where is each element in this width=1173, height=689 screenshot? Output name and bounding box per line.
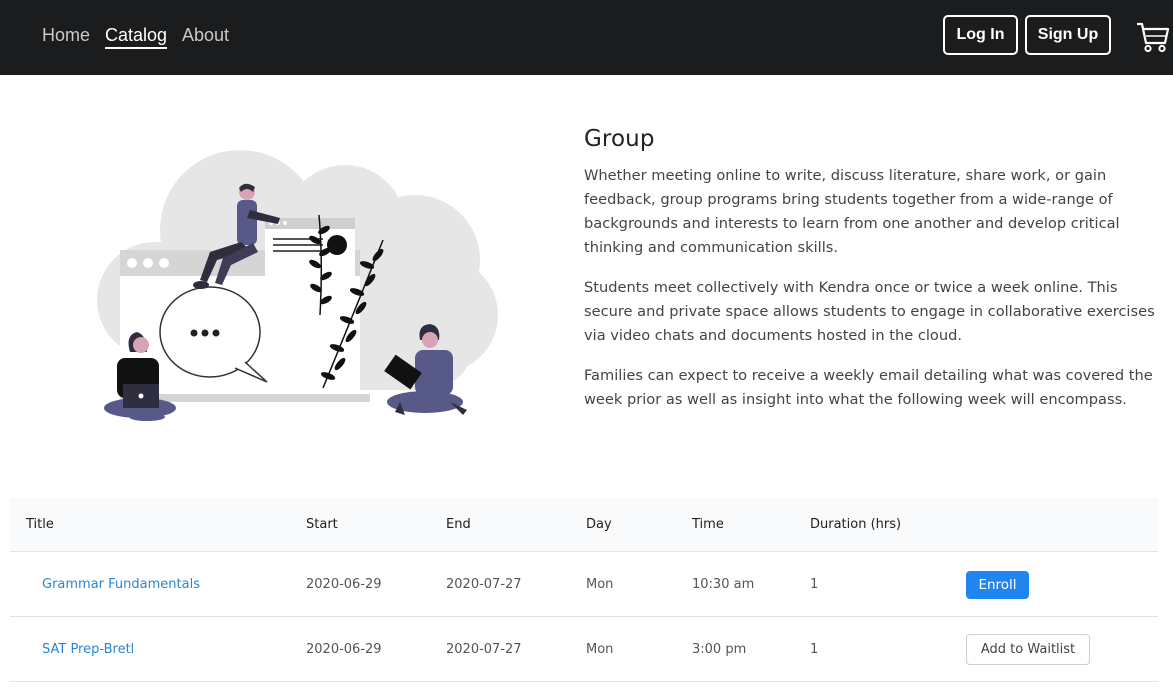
course-start: 2020-06-29 [306, 642, 382, 657]
section-title: Group [584, 126, 655, 152]
course-duration: 1 [810, 577, 819, 592]
column-header-day: Day [586, 517, 612, 532]
course-end: 2020-07-27 [446, 577, 522, 592]
hero-paragraph-2: Students meet collectively with Kendra o… [584, 279, 1155, 344]
hero-paragraph-3: Families can expect to receive a weekly … [584, 367, 1153, 408]
course-day: Mon [586, 577, 614, 592]
add-to-waitlist-button[interactable]: Add to Waitlist [966, 634, 1090, 665]
group-learning-illustration [97, 150, 498, 421]
nav-link-about[interactable]: About [182, 24, 229, 46]
top-navbar: Home Catalog About Log In Sign Up [0, 0, 1173, 75]
course-title-link[interactable]: Grammar Fundamentals [42, 577, 200, 592]
course-start: 2020-06-29 [306, 577, 382, 592]
column-header-start: Start [306, 517, 338, 532]
course-time: 3:00 pm [692, 642, 747, 657]
nav-link-home[interactable]: Home [42, 24, 90, 46]
hero-paragraph-1: Whether meeting online to write, discuss… [584, 167, 1120, 256]
course-table: Title Start End Day Time Duration (hrs) … [10, 498, 1158, 682]
small-window [265, 218, 355, 276]
course-title-link[interactable]: SAT Prep-Bretl [42, 642, 134, 657]
course-time: 10:30 am [692, 577, 755, 592]
login-button[interactable]: Log In [943, 15, 1018, 55]
column-header-end: End [446, 517, 471, 532]
nav-link-catalog[interactable]: Catalog [105, 24, 168, 49]
course-duration: 1 [810, 642, 819, 657]
column-header-duration: Duration (hrs) [810, 517, 902, 532]
table-row: SAT Prep-Bretl 2020-06-29 2020-07-27 Mon… [10, 617, 1158, 682]
course-day: Mon [586, 642, 614, 657]
table-header-row: Title Start End Day Time Duration (hrs) [10, 498, 1158, 552]
hero-text-section: Group Whether meeting online to write, d… [584, 126, 1164, 428]
signup-button[interactable]: Sign Up [1025, 15, 1111, 55]
course-end: 2020-07-27 [446, 642, 522, 657]
shopping-cart-icon[interactable] [1136, 21, 1170, 53]
enroll-button[interactable]: Enroll [966, 571, 1029, 599]
column-header-title: Title [26, 517, 54, 532]
column-header-time: Time [692, 517, 724, 532]
table-row: Grammar Fundamentals 2020-06-29 2020-07-… [10, 552, 1158, 617]
